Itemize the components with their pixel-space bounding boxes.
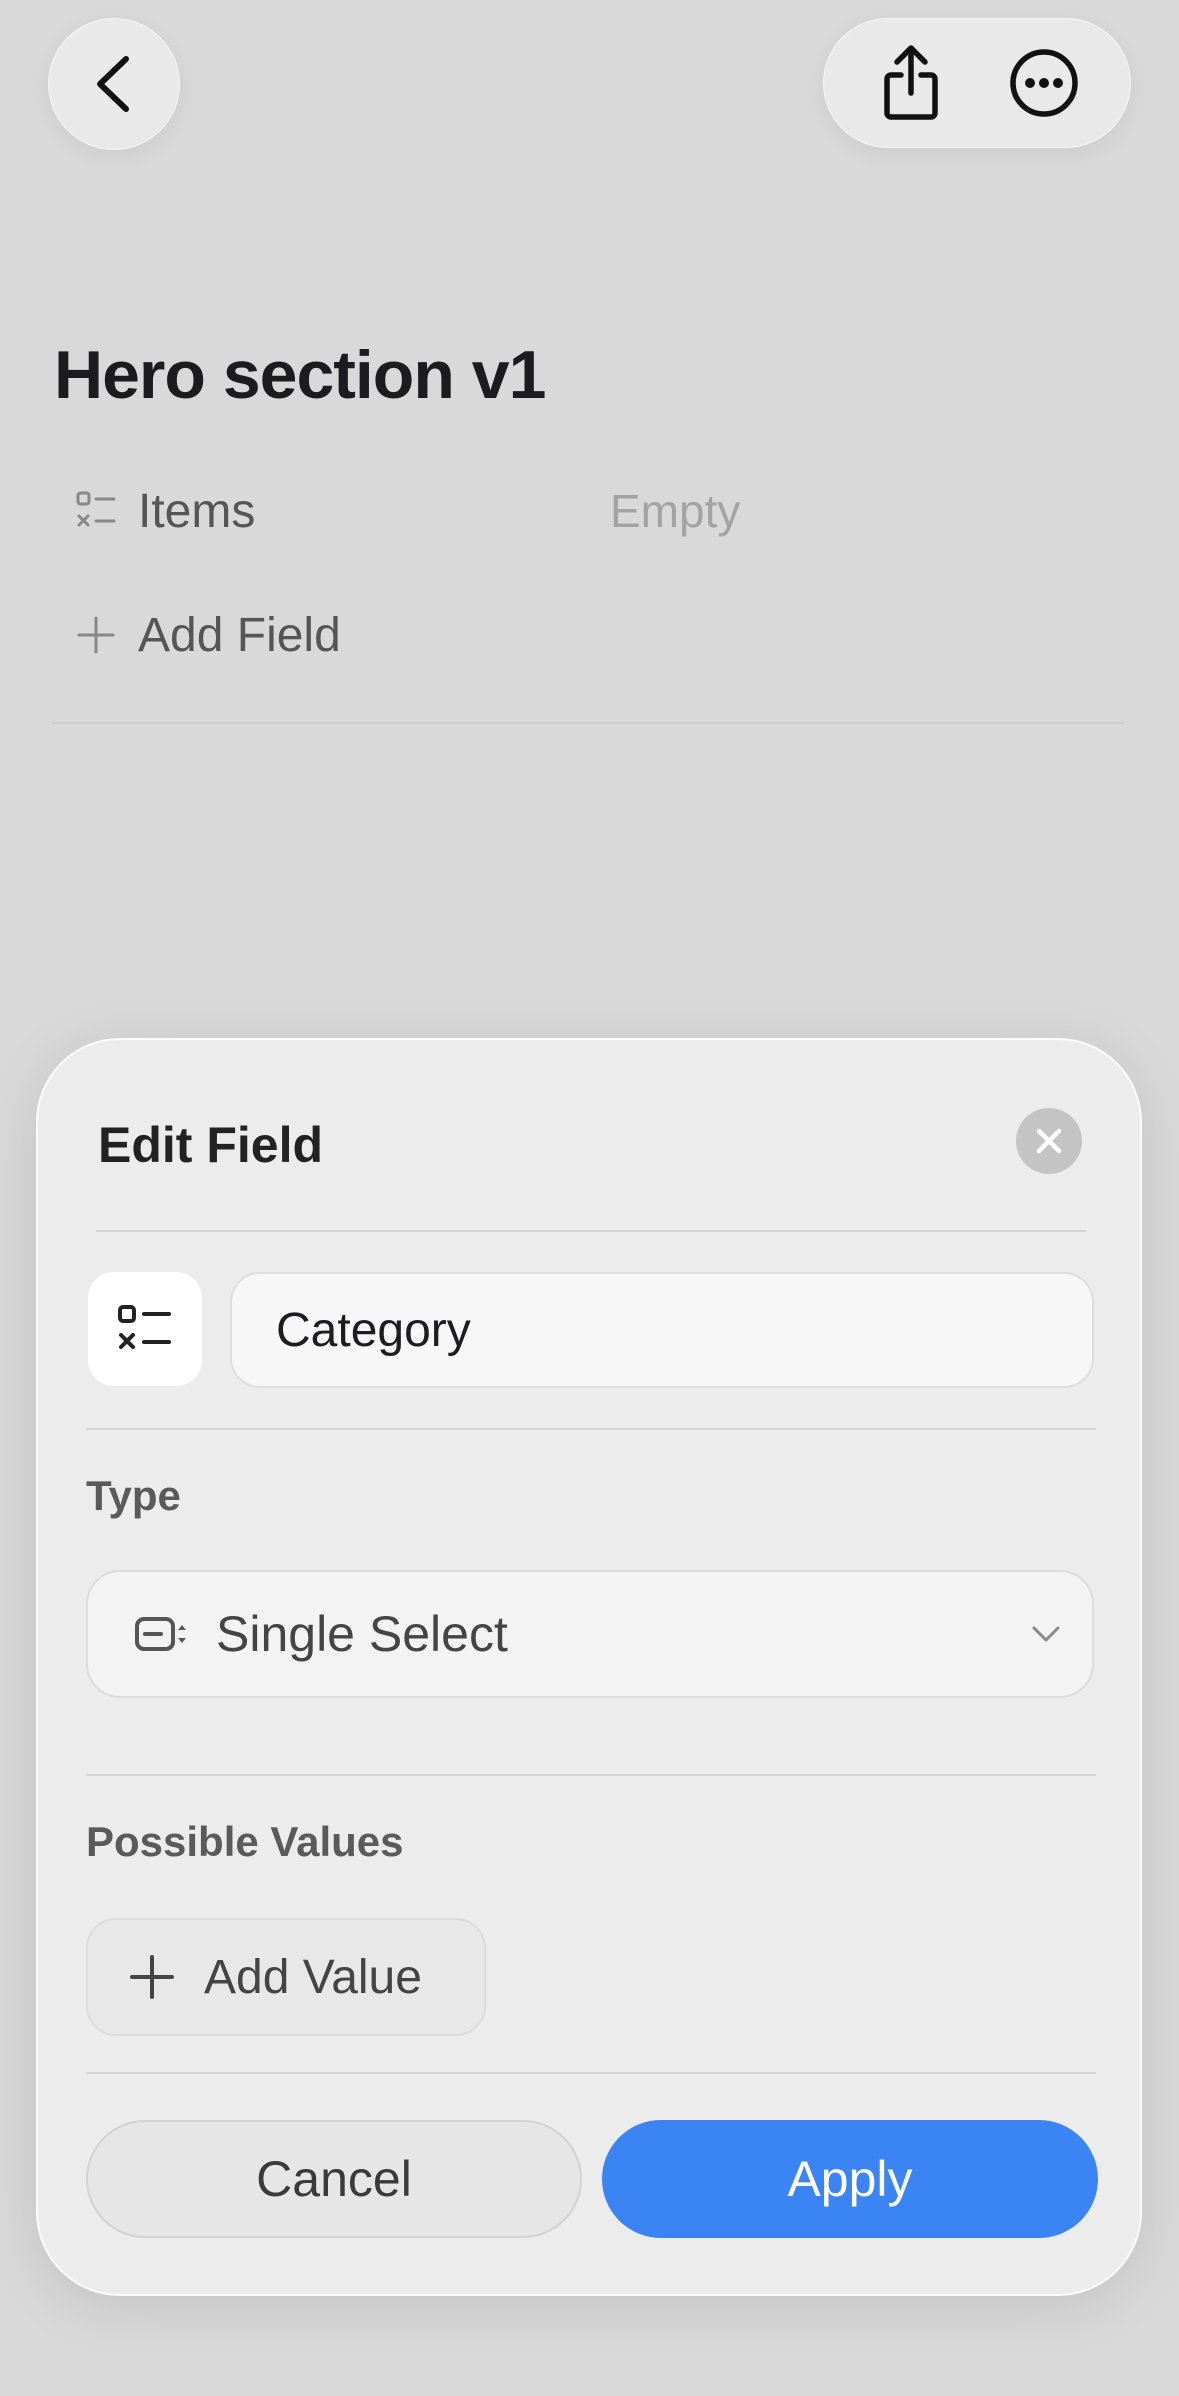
cancel-button[interactable]: Cancel (86, 2120, 582, 2238)
divider (86, 1428, 1096, 1430)
ellipsis-circle-icon (1009, 49, 1078, 117)
apply-button[interactable]: Apply (602, 2120, 1098, 2238)
share-button[interactable] (856, 28, 966, 138)
add-value-button[interactable]: Add Value (86, 1918, 486, 2036)
type-label: Type (86, 1472, 181, 1519)
divider (86, 2072, 1096, 2074)
field-name-input[interactable] (230, 1272, 1094, 1388)
page-title: Hero section v1 (54, 337, 546, 413)
divider (52, 722, 1124, 724)
type-value: Single Select (216, 1606, 508, 1662)
property-row-items[interactable]: Items Empty (54, 466, 954, 556)
add-field-label: Add Field (138, 608, 341, 662)
add-field-button[interactable]: Add Field (54, 590, 341, 680)
checklist-icon (118, 1305, 171, 1349)
plus-icon (130, 1955, 174, 1999)
divider (86, 1774, 1096, 1776)
field-icon-picker[interactable] (88, 1272, 202, 1386)
property-value: Empty (610, 485, 741, 537)
plus-icon (54, 590, 138, 680)
back-button[interactable] (48, 18, 180, 150)
add-value-label: Add Value (204, 1950, 422, 2004)
sheet-title: Edit Field (98, 1117, 323, 1173)
more-button[interactable] (989, 28, 1099, 138)
share-icon (883, 45, 938, 120)
divider (96, 1230, 1086, 1232)
single-select-icon (135, 1617, 186, 1651)
type-select[interactable]: Single Select (86, 1570, 1094, 1698)
checklist-icon (54, 466, 138, 556)
property-label: Items (138, 484, 256, 538)
possible-values-label: Possible Values (86, 1818, 404, 1865)
close-button[interactable] (1016, 1108, 1082, 1174)
chevron-down-icon (1032, 1626, 1060, 1642)
edit-field-sheet: Edit Field Type Single Select Possible V… (36, 1038, 1142, 2296)
chevron-left-icon (97, 56, 129, 112)
close-icon (1036, 1128, 1062, 1154)
header-actions (823, 18, 1131, 148)
